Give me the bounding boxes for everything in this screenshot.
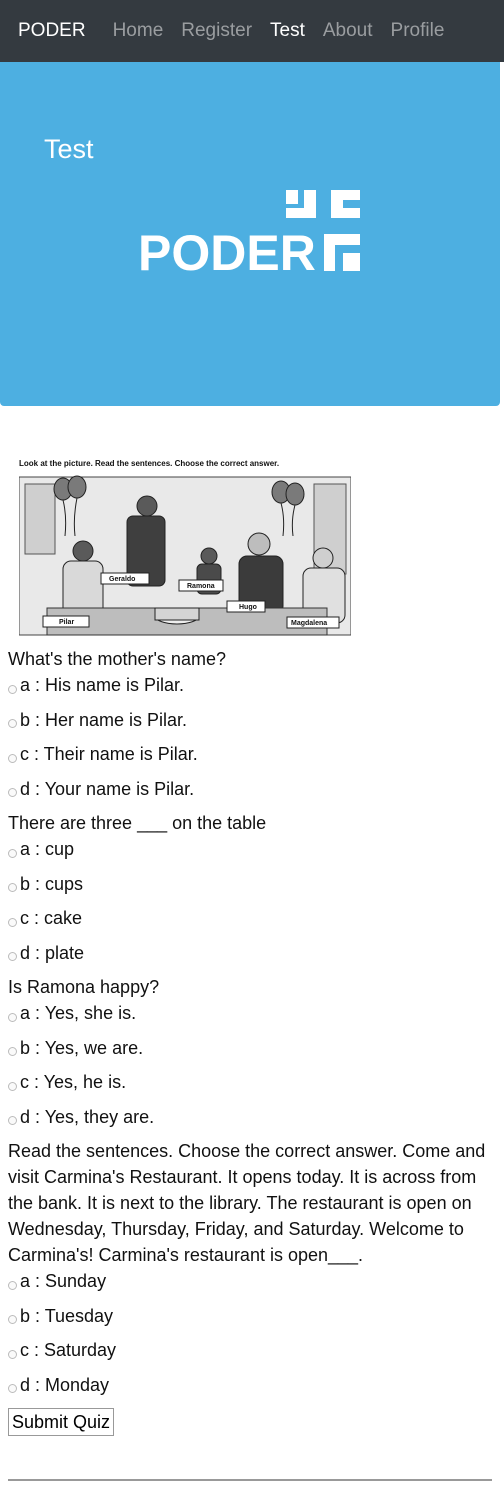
- option-q4-b[interactable]: b : Tuesday: [8, 1303, 496, 1329]
- option-q1-d[interactable]: d : Your name is Pilar.: [8, 776, 496, 802]
- option-q3-a[interactable]: a : Yes, she is.: [8, 1000, 496, 1026]
- navbar-brand[interactable]: PODER: [18, 20, 86, 42]
- horizontal-divider: [8, 1479, 492, 1481]
- option-label: b : Yes, we are.: [20, 1037, 144, 1058]
- question-text: There are three ___ on the table: [8, 813, 267, 833]
- option-q4-a[interactable]: a : Sunday: [8, 1268, 496, 1294]
- radio-button[interactable]: [8, 684, 17, 694]
- radio-button[interactable]: [8, 917, 17, 927]
- quiz-form: What's the mother's name? a : His name i…: [8, 646, 496, 1436]
- radio-button[interactable]: [8, 952, 17, 961]
- navbar: PODER Home Register Test About Profile: [0, 0, 504, 62]
- option-q2-b[interactable]: b : cups: [8, 871, 496, 897]
- test-picture: Look at the picture. Read the sentences.…: [19, 459, 351, 636]
- question-text: Read the sentences. Choose the correct a…: [8, 1141, 486, 1265]
- option-label: b : cups: [20, 873, 84, 894]
- option-label: b : Her name is Pilar.: [20, 709, 188, 730]
- option-label: d : plate: [20, 942, 85, 963]
- radio-button[interactable]: [8, 1116, 17, 1125]
- radio-button[interactable]: [8, 1012, 17, 1022]
- radio-button[interactable]: [8, 1081, 17, 1091]
- option-label: d : Your name is Pilar.: [20, 778, 195, 799]
- option-label: c : cake: [20, 908, 83, 928]
- option-label: a : His name is Pilar.: [20, 675, 185, 695]
- nav-link-home[interactable]: Home: [113, 20, 164, 42]
- picture-label-hugo: Hugo: [239, 604, 257, 611]
- picture-label-pilar: Pilar: [59, 619, 74, 626]
- radio-button[interactable]: [8, 1349, 17, 1359]
- radio-button[interactable]: [8, 753, 17, 763]
- option-q2-c[interactable]: c : cake: [8, 905, 496, 931]
- hero-banner: Test PODER: [0, 62, 500, 406]
- submit-quiz-button[interactable]: Submit Quiz: [8, 1408, 115, 1436]
- option-label: a : Yes, she is.: [20, 1003, 137, 1023]
- option-label: a : cup: [20, 839, 75, 859]
- question-text: What's the mother's name?: [8, 649, 226, 669]
- option-label: b : Tuesday: [20, 1305, 114, 1326]
- option-q4-c[interactable]: c : Saturday: [8, 1337, 496, 1363]
- hero-title: Test: [44, 134, 94, 164]
- picture-label-geraldo: Geraldo: [109, 576, 135, 583]
- option-label: d : Monday: [20, 1374, 110, 1395]
- nav-link-register[interactable]: Register: [181, 20, 252, 42]
- logo-text: PODER: [138, 225, 316, 281]
- option-label: d : Yes, they are.: [20, 1106, 155, 1127]
- option-q3-d[interactable]: d : Yes, they are.: [8, 1104, 496, 1130]
- radio-button[interactable]: [8, 1280, 17, 1290]
- option-q4-d[interactable]: d : Monday: [8, 1372, 496, 1398]
- radio-button[interactable]: [8, 883, 17, 892]
- option-q3-c[interactable]: c : Yes, he is.: [8, 1069, 496, 1095]
- picture-instruction: Look at the picture. Read the sentences.…: [19, 459, 279, 468]
- nav-link-about[interactable]: About: [323, 20, 373, 42]
- question-text: Is Ramona happy?: [8, 977, 160, 997]
- radio-button[interactable]: [8, 719, 17, 728]
- nav-link-test[interactable]: Test: [270, 20, 305, 42]
- nav-link-profile[interactable]: Profile: [391, 20, 445, 42]
- radio-button[interactable]: [8, 1047, 17, 1056]
- option-q2-a[interactable]: a : cup: [8, 836, 496, 862]
- option-label: c : Their name is Pilar.: [20, 744, 198, 764]
- radio-button[interactable]: [8, 788, 17, 797]
- option-q2-d[interactable]: d : plate: [8, 940, 496, 966]
- radio-button[interactable]: [8, 1315, 17, 1324]
- option-q1-a[interactable]: a : His name is Pilar.: [8, 672, 496, 698]
- poder-logo: PODER: [138, 190, 360, 281]
- picture-label-magdalena: Magdalena: [291, 620, 327, 627]
- option-label: c : Yes, he is.: [20, 1072, 127, 1092]
- option-q1-b[interactable]: b : Her name is Pilar.: [8, 707, 496, 733]
- option-q3-b[interactable]: b : Yes, we are.: [8, 1035, 496, 1061]
- option-label: c : Saturday: [20, 1340, 117, 1360]
- radio-button[interactable]: [8, 848, 17, 858]
- picture-label-ramona: Ramona: [187, 583, 215, 590]
- option-q1-c[interactable]: c : Their name is Pilar.: [8, 741, 496, 767]
- option-label: a : Sunday: [20, 1271, 107, 1291]
- radio-button[interactable]: [8, 1384, 17, 1393]
